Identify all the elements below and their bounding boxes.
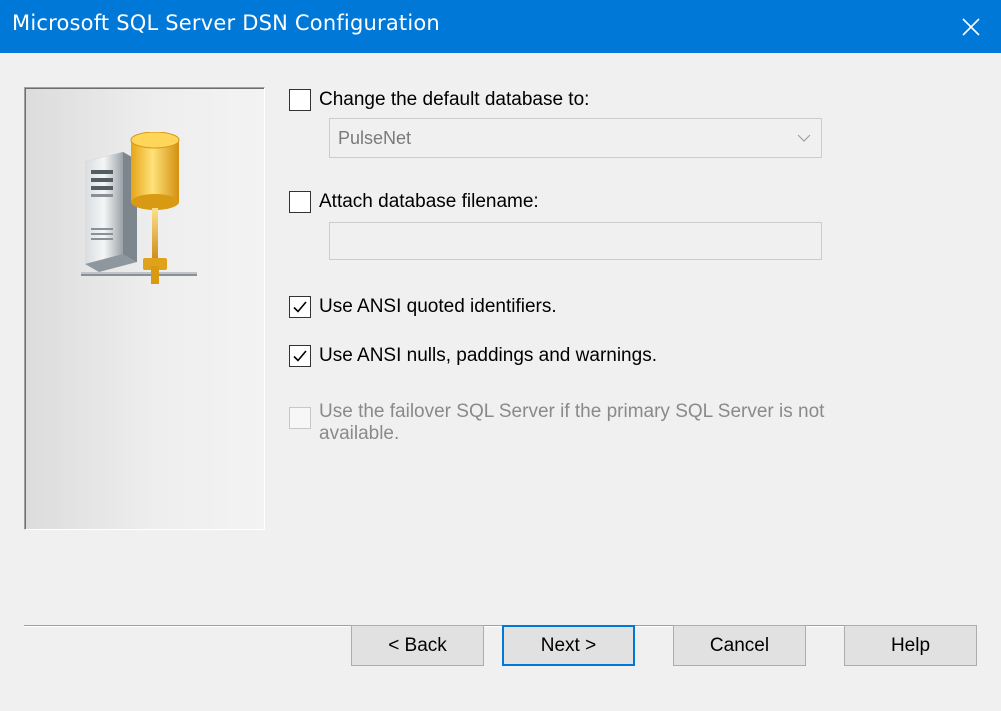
window-title: Microsoft SQL Server DSN Configuration <box>12 11 440 35</box>
checkmark-icon <box>293 301 307 313</box>
cancel-button[interactable]: Cancel <box>673 625 806 666</box>
attach-db-filename-input[interactable] <box>329 222 822 260</box>
help-button[interactable]: Help <box>844 625 977 666</box>
close-button[interactable] <box>941 0 1001 53</box>
ansi-nulls-checkbox[interactable] <box>289 345 311 367</box>
change-default-db-checkbox[interactable] <box>289 89 311 111</box>
failover-label: Use the failover SQL Server if the prima… <box>319 401 825 444</box>
ansi-quoted-label: Use ANSI quoted identifiers. <box>319 296 557 317</box>
chevron-down-icon <box>787 134 821 142</box>
attach-db-checkbox[interactable] <box>289 191 311 213</box>
change-default-db-option[interactable]: Change the default database to: <box>289 89 589 111</box>
default-database-value: PulseNet <box>338 127 412 148</box>
title-bar: Microsoft SQL Server DSN Configuration <box>0 0 1001 53</box>
side-panel <box>24 87 265 530</box>
change-default-db-label: Change the default database to: <box>319 89 590 110</box>
ansi-quoted-checkbox[interactable] <box>289 296 311 318</box>
footer-separator <box>24 625 977 627</box>
failover-checkbox <box>289 407 311 429</box>
next-button[interactable]: Next > <box>502 625 635 666</box>
attach-db-option[interactable]: Attach database filename: <box>289 191 539 213</box>
ansi-nulls-option[interactable]: Use ANSI nulls, paddings and warnings. <box>289 345 657 367</box>
attach-db-label: Attach database filename: <box>319 191 539 212</box>
failover-option: Use the failover SQL Server if the prima… <box>289 401 899 445</box>
ansi-quoted-option[interactable]: Use ANSI quoted identifiers. <box>289 296 557 318</box>
back-button[interactable]: < Back <box>351 625 484 666</box>
default-database-dropdown[interactable]: PulseNet <box>329 118 822 158</box>
database-server-icon <box>81 132 197 284</box>
ansi-nulls-label: Use ANSI nulls, paddings and warnings. <box>319 345 657 366</box>
close-icon <box>962 17 980 36</box>
checkmark-icon <box>293 350 307 362</box>
dialog-body: Change the default database to: PulseNet… <box>0 53 1001 711</box>
